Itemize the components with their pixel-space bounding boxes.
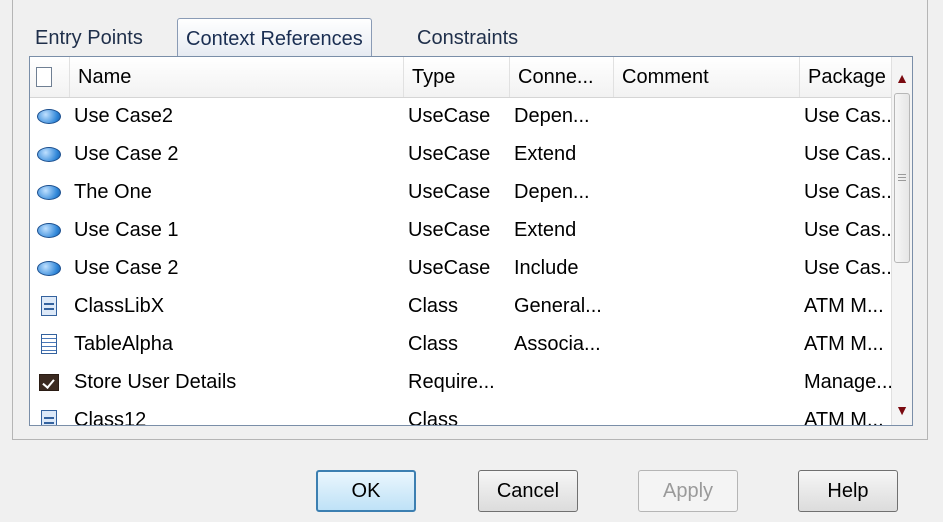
tab-constraints[interactable]: Constraints (409, 20, 526, 56)
header-icon-cell (30, 57, 70, 97)
cell-name: The One (74, 181, 152, 203)
cell-type: Class (408, 333, 459, 355)
cell-connector: Depen... (514, 105, 590, 127)
cell-comment (618, 363, 798, 401)
cell-comment (618, 287, 798, 325)
cell-connector: Depen... (514, 181, 590, 203)
row-icon-cell (36, 363, 62, 401)
cell-connector: Extend (514, 219, 577, 241)
cell-type: Class (408, 409, 459, 426)
usecase-icon (37, 108, 61, 124)
cell-comment (618, 97, 798, 135)
cell-package: Manage... (804, 371, 893, 393)
column-header-package[interactable]: Package (800, 57, 894, 97)
class-icon (41, 296, 57, 316)
row-icon-cell (36, 325, 62, 363)
cell-package: Use Cas... (804, 105, 894, 127)
table-row[interactable]: The One UseCase Depen... Use Cas... (30, 173, 894, 211)
vertical-scrollbar[interactable]: ▲ ▼ (891, 57, 912, 425)
usecase-icon (37, 184, 61, 200)
cell-type: UseCase (408, 219, 491, 241)
cell-package: Use Cas... (804, 143, 894, 165)
context-references-panel: Entry Points Context References Constrai… (12, 0, 928, 440)
table-row[interactable]: TableAlpha Class Associa... ATM M... (30, 325, 894, 363)
cell-type: UseCase (408, 105, 491, 127)
column-header-connector[interactable]: Conne... (510, 57, 614, 97)
tab-context-references[interactable]: Context References (177, 18, 372, 59)
scroll-thumb[interactable] (894, 93, 910, 263)
cell-package: Use Cas... (804, 219, 894, 241)
row-icon-cell (36, 135, 62, 173)
cell-package: Use Cas... (804, 257, 894, 279)
cell-comment (618, 401, 798, 425)
row-icon-cell (36, 287, 62, 325)
grip-icon (898, 174, 906, 182)
cell-type: Require... (408, 371, 495, 393)
cell-connector: Include (514, 257, 579, 279)
scroll-down-arrow-icon[interactable]: ▼ (892, 395, 912, 425)
row-icon-cell (36, 401, 62, 425)
cell-name: Store User Details (74, 371, 237, 393)
requirement-icon (39, 373, 59, 391)
document-icon (36, 67, 52, 87)
class-icon (41, 410, 57, 425)
usecase-icon (37, 146, 61, 162)
cell-type: UseCase (408, 143, 491, 165)
cell-name: Use Case 2 (74, 257, 179, 279)
scroll-up-arrow-icon[interactable]: ▲ (892, 63, 912, 93)
table-row[interactable]: Use Case 1 UseCase Extend Use Cas... (30, 211, 894, 249)
usecase-icon (37, 222, 61, 238)
table-row[interactable]: Store User Details Require... Manage... (30, 363, 894, 401)
cell-connector (514, 363, 614, 401)
row-icon-cell (36, 211, 62, 249)
table-row[interactable]: ClassLibX Class General... ATM M... (30, 287, 894, 325)
cell-connector: General... (514, 295, 602, 317)
cell-name: Use Case2 (74, 105, 173, 127)
column-header-type[interactable]: Type (404, 57, 510, 97)
table-row[interactable]: Use Case2 UseCase Depen... Use Cas... (30, 97, 894, 135)
references-grid: Name Type Conne... Comment Package Use C… (29, 56, 913, 426)
cell-connector: Associa... (514, 333, 601, 355)
cell-connector: Extend (514, 143, 577, 165)
apply-button[interactable]: Apply (638, 470, 738, 512)
cell-name: TableAlpha (74, 333, 173, 355)
cancel-button[interactable]: Cancel (478, 470, 578, 512)
row-icon-cell (36, 249, 62, 287)
usecase-icon (37, 260, 61, 276)
cell-package: ATM M... (804, 409, 884, 426)
column-header-comment[interactable]: Comment (614, 57, 800, 97)
cell-comment (618, 249, 798, 287)
cell-package: ATM M... (804, 295, 884, 317)
cell-name: Use Case 1 (74, 219, 179, 241)
ok-button[interactable]: OK (316, 470, 416, 512)
cell-name: ClassLibX (74, 295, 165, 317)
row-icon-cell (36, 173, 62, 211)
cell-name: Use Case 2 (74, 143, 179, 165)
cell-type: UseCase (408, 181, 491, 203)
cell-name: Class12 (74, 409, 147, 426)
table-row[interactable]: Use Case 2 UseCase Include Use Cas... (30, 249, 894, 287)
cell-type: UseCase (408, 257, 491, 279)
cell-comment (618, 325, 798, 363)
help-button[interactable]: Help (798, 470, 898, 512)
cell-package: Use Cas... (804, 181, 894, 203)
column-header-name[interactable]: Name (70, 57, 404, 97)
cell-connector (514, 401, 614, 425)
grid-header: Name Type Conne... Comment Package (30, 57, 894, 98)
cell-type: Class (408, 295, 459, 317)
table-row[interactable]: Class12 Class ATM M... (30, 401, 894, 426)
cell-package: ATM M... (804, 333, 884, 355)
cell-comment (618, 173, 798, 211)
cell-comment (618, 211, 798, 249)
cell-comment (618, 135, 798, 173)
tab-entry-points[interactable]: Entry Points (27, 20, 151, 56)
table-icon (41, 334, 57, 354)
table-row[interactable]: Use Case 2 UseCase Extend Use Cas... (30, 135, 894, 173)
row-icon-cell (36, 97, 62, 135)
